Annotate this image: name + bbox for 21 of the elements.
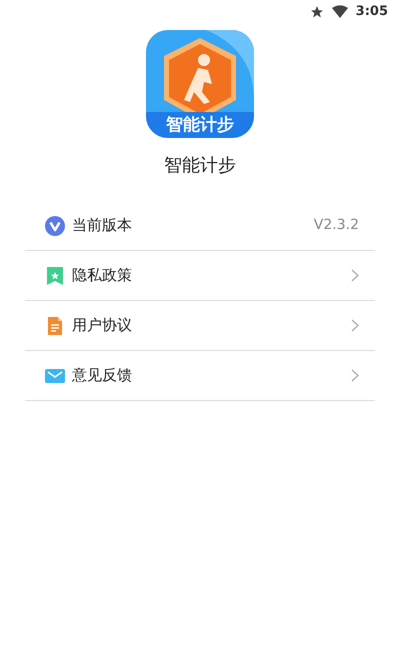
star-icon <box>310 5 324 19</box>
row-label: 隐私政策 <box>72 265 133 286</box>
v-badge-icon <box>45 216 65 236</box>
wifi-icon <box>332 5 348 19</box>
chevron-right-icon <box>351 369 359 382</box>
chevron-right-icon <box>351 269 359 282</box>
chevron-right-icon <box>351 319 359 332</box>
settings-row[interactable]: 当前版本 V2.3.2 <box>25 201 375 251</box>
row-label: 用户协议 <box>72 315 133 336</box>
settings-row[interactable]: 用户协议 <box>25 301 375 351</box>
version-value: V2.3.2 <box>314 216 359 235</box>
app-name: 智能计步 <box>164 154 236 178</box>
envelope-icon <box>45 368 65 384</box>
bookmark-icon <box>46 266 64 286</box>
document-icon <box>47 316 63 336</box>
settings-row[interactable]: 隐私政策 <box>25 251 375 301</box>
settings-row[interactable]: 意见反馈 <box>25 351 375 401</box>
status-time: 3:05 <box>356 3 388 22</box>
row-label: 意见反馈 <box>72 365 133 386</box>
app-icon-label: 智能计步 <box>166 116 234 134</box>
row-label: 当前版本 <box>72 215 133 236</box>
